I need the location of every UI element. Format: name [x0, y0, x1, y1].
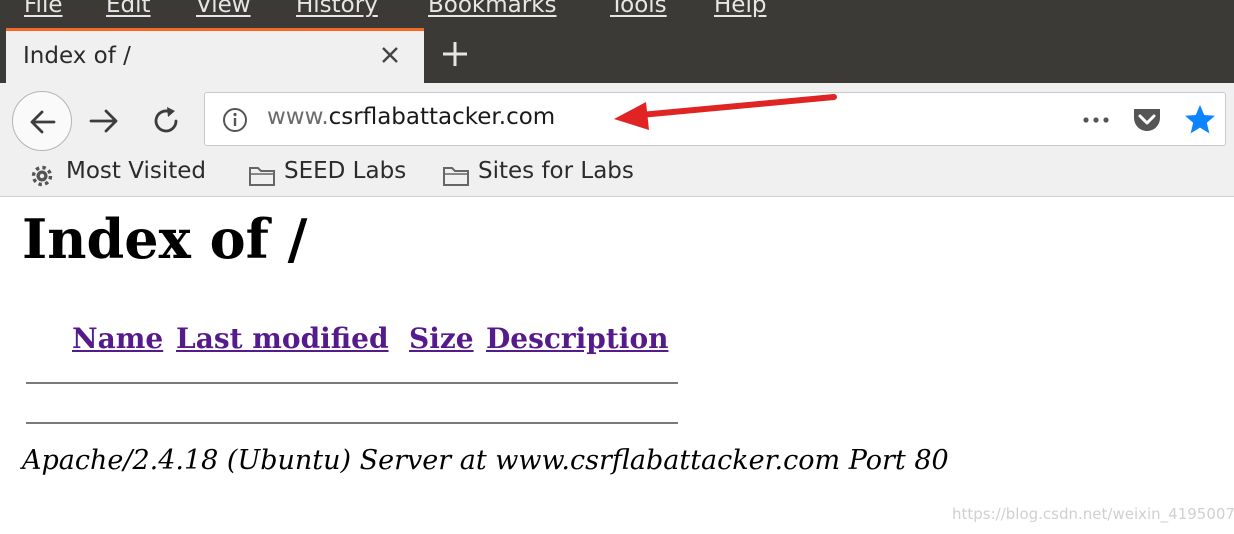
- menu-bookmarks[interactable]: Bookmarks: [428, 0, 557, 18]
- server-signature: Apache/2.4.18 (Ubuntu) Server at www.csr…: [22, 445, 949, 476]
- folder-icon: [443, 167, 469, 186]
- pocket-icon[interactable]: [1131, 105, 1163, 135]
- menu-help[interactable]: Help: [714, 0, 766, 18]
- column-header-last-modified[interactable]: Last modified: [176, 322, 389, 355]
- bookmark-label: Sites for Labs: [478, 158, 634, 184]
- folder-icon: [249, 167, 275, 186]
- back-arrow-icon: [30, 110, 56, 134]
- url-text[interactable]: www.csrflabattacker.com: [267, 104, 555, 130]
- url-domain: csrflabattacker.com: [328, 104, 556, 130]
- divider: [26, 422, 678, 424]
- menu-tools[interactable]: Tools: [610, 0, 667, 18]
- divider: [26, 382, 678, 384]
- bookmark-sites-for-labs[interactable]: Sites for Labs: [442, 158, 652, 192]
- tab-index[interactable]: Index of /: [6, 28, 424, 83]
- gear-icon: [31, 165, 53, 187]
- forward-arrow-icon[interactable]: [86, 103, 122, 139]
- tab-strip: Index of /: [0, 24, 1234, 83]
- close-tab-icon[interactable]: [376, 41, 404, 69]
- more-actions-icon[interactable]: [1079, 107, 1113, 133]
- bookmark-star-icon[interactable]: [1183, 103, 1217, 137]
- info-icon[interactable]: [221, 106, 249, 134]
- tab-title: Index of /: [23, 43, 131, 69]
- menu-bar: File Edit View History Bookmarks Tools H…: [0, 0, 1234, 24]
- new-tab-icon[interactable]: [437, 36, 473, 72]
- bookmark-label: Most Visited: [66, 158, 206, 184]
- menu-file[interactable]: File: [24, 0, 63, 18]
- menu-edit[interactable]: Edit: [106, 0, 151, 18]
- reload-icon[interactable]: [148, 103, 184, 139]
- menu-history[interactable]: History: [296, 0, 378, 18]
- page-title: Index of /: [22, 207, 308, 271]
- bookmark-seed-labs[interactable]: SEED Labs: [248, 158, 420, 192]
- column-header-size[interactable]: Size: [409, 322, 474, 355]
- watermark: https://blog.csdn.net/weixin_41950078: [952, 505, 1234, 523]
- bookmark-label: SEED Labs: [284, 158, 407, 184]
- column-header-description[interactable]: Description: [486, 322, 668, 355]
- url-prefix: www.: [267, 104, 329, 130]
- annotation-arrow-icon: [614, 94, 837, 130]
- bookmarks-toolbar: Most Visited SEED Labs Sites for Labs: [0, 153, 1234, 197]
- back-button[interactable]: [12, 91, 72, 151]
- menu-view[interactable]: View: [196, 0, 251, 18]
- bookmark-most-visited[interactable]: Most Visited: [30, 158, 226, 192]
- column-header-name[interactable]: Name: [72, 322, 163, 355]
